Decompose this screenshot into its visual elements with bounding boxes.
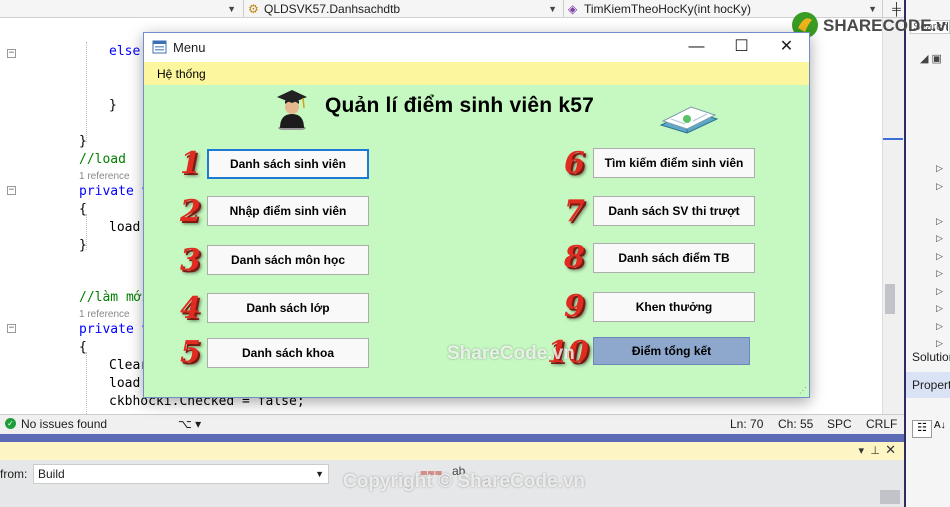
danh-sach-mon-hoc-button[interactable]: Danh sách môn học (207, 245, 369, 275)
menu-bar: Hệ thống (144, 62, 809, 85)
solution-explorer-panel: Search ◢ ▣ ▷▷▷▷▷▷▷▷▷▷ Solution Propert ☷… (904, 0, 950, 507)
output-source-select[interactable]: Build ▼ (33, 464, 329, 484)
editor-scrollbar[interactable] (882, 18, 904, 414)
column-number[interactable]: Ch: 55 (778, 417, 813, 431)
panel-divider (0, 434, 904, 442)
close-button[interactable]: ✕ (764, 33, 809, 62)
app-title: Quản lí điểm sinh viên k57 (325, 94, 594, 117)
whitespace-mode[interactable]: SPC (827, 417, 852, 431)
code-line: private v (79, 322, 150, 337)
number-4: 4 (180, 291, 201, 326)
menu-he-thong[interactable]: Hệ thống (157, 67, 206, 81)
dropdown-placeholder[interactable]: ▼ (0, 0, 240, 18)
code-line: else (109, 44, 141, 59)
danh-sach-khoa-button[interactable]: Danh sách khoa (207, 338, 369, 368)
member-dropdown-label: TimKiemTheoHocKy(int hocKy) (584, 2, 751, 16)
code-line: private v (79, 184, 150, 199)
diem-tb-button[interactable]: Danh sách điểm TB (593, 243, 755, 273)
minimize-button[interactable]: — (674, 33, 719, 62)
navigation-bar: ▼ ⚙ QLDSVK57.Danhsachdtb ▼ ◈ TimKiemTheo… (0, 0, 910, 18)
solution-tab[interactable]: Solution (912, 350, 950, 364)
logo-text: SHARECODE.vn (823, 16, 948, 35)
danh-sach-lop-button[interactable]: Danh sách lớp (207, 293, 369, 323)
nhap-diem-button[interactable]: Nhập điểm sinh viên (207, 196, 369, 226)
output-panel-header: ▾ ⊥ ✕ (0, 442, 904, 460)
close-icon[interactable]: ✕ (885, 442, 896, 458)
number-2: 2 (180, 194, 201, 229)
sharecode-logo: SHARECODE.vn (792, 12, 948, 38)
chevron-down-icon: ▼ (315, 469, 324, 479)
number-6: 6 (564, 146, 585, 181)
code-line: //load (79, 152, 126, 167)
line-number[interactable]: Ln: 70 (730, 417, 763, 431)
method-icon: ◈ (568, 2, 578, 16)
pin-icon[interactable]: ⊥ (870, 444, 880, 457)
categorized-icon[interactable]: ☷ (912, 420, 932, 438)
sv-thi-truot-button[interactable]: Danh sách SV thi trượt (593, 196, 755, 226)
window-title: Menu (173, 40, 206, 55)
issues-status[interactable]: No issues found (21, 417, 107, 431)
code-line: } (79, 238, 87, 253)
class-dropdown[interactable]: ⚙ QLDSVK57.Danhsachdtb ▼ (243, 0, 561, 18)
scrollbar-thumb[interactable] (880, 490, 900, 504)
diem-tong-ket-button[interactable]: Điểm tổng kết (593, 337, 750, 365)
resize-grip-icon[interactable]: ⋰ (799, 387, 807, 395)
maximize-button[interactable]: ☐ (719, 33, 764, 62)
number-9: 9 (564, 289, 585, 324)
status-bar: ✓ No issues found ⌥ ▾ Ln: 70 Ch: 55 SPC … (0, 414, 904, 434)
code-line: //làm mới (79, 290, 150, 305)
reference-count[interactable]: 1 reference (79, 309, 130, 320)
number-7: 7 (564, 194, 585, 229)
danh-sach-sinh-vien-button[interactable]: Danh sách sinh viên (207, 149, 369, 179)
scrollbar-thumb[interactable] (885, 284, 895, 314)
code-line: } (109, 98, 117, 113)
number-3: 3 (180, 243, 201, 278)
number-1: 1 (180, 146, 201, 181)
code-line: { (79, 202, 87, 217)
code-line: } (79, 134, 87, 149)
indent-guide (86, 352, 87, 414)
graduate-icon (277, 90, 307, 130)
reference-count[interactable]: 1 reference (79, 171, 130, 182)
chevron-down-icon: ▼ (548, 4, 557, 14)
tree-node[interactable]: ◢ ▣ (920, 52, 942, 65)
caret-marker (883, 138, 903, 140)
center-watermark: ShareCode.vn (447, 343, 575, 364)
code-line: { (79, 340, 87, 355)
alphabetical-icon[interactable]: A↓ (934, 420, 950, 438)
chevron-down-icon: ▼ (227, 4, 236, 14)
window-titlebar: Menu — ☐ ✕ (144, 33, 809, 62)
window-app-icon (152, 40, 167, 54)
class-dropdown-label: QLDSVK57.Danhsachdtb (264, 2, 401, 16)
tim-kiem-diem-button[interactable]: Tìm kiếm điểm sinh viên (593, 148, 755, 178)
brush-icon[interactable]: ⌥ ▾ (178, 417, 201, 431)
output-source-value: Build (38, 467, 65, 481)
class-icon: ⚙ (248, 2, 259, 16)
check-icon: ✓ (5, 418, 16, 429)
book-icon (659, 106, 719, 134)
khen-thuong-button[interactable]: Khen thưởng (593, 292, 755, 322)
properties-header[interactable]: Propert (906, 372, 950, 398)
output-source-label: from: (0, 467, 28, 481)
bottom-watermark: Copyright © ShareCode.vn (343, 471, 586, 492)
number-5: 5 (180, 335, 201, 370)
number-8: 8 (564, 240, 585, 275)
line-ending[interactable]: CRLF (866, 417, 897, 431)
indent-guide (86, 42, 87, 142)
tree-expanders[interactable]: ▷ ▷ ▷ ▷ ▷ ▷ ▷ ▷ ▷ ▷ (936, 160, 943, 353)
dropdown-icon[interactable]: ▾ (858, 444, 864, 457)
